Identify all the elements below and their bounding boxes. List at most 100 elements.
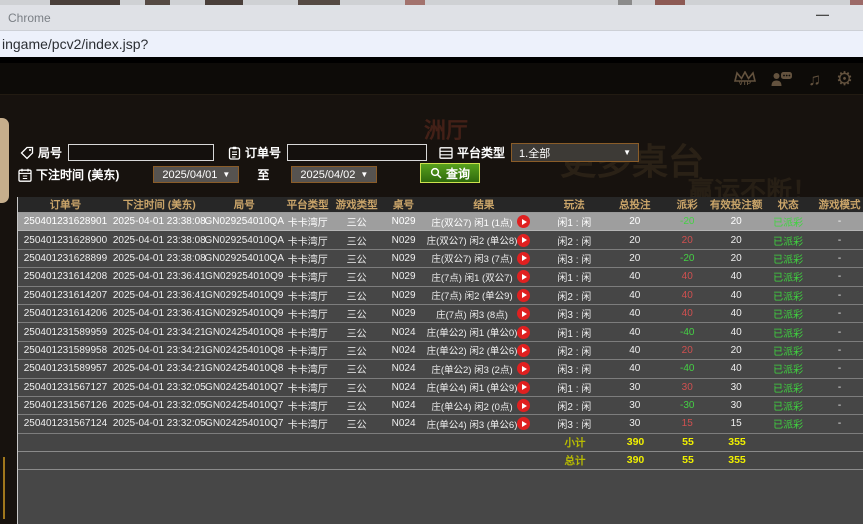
cell-bet-time: 2025-04-01 23:34:21	[113, 363, 206, 374]
cell-result: 庄(单公4) 闲1 (单公9)	[427, 380, 542, 394]
cell-round-number: GN024254010Q8	[206, 345, 283, 356]
cell-order-number: 250401231589959	[18, 327, 113, 338]
play-button[interactable]	[517, 344, 530, 357]
result-text: 庄(双公7) 闲1 (1点)	[427, 215, 518, 229]
background-art-fragment	[0, 118, 9, 203]
cell-play-type: 闲1 : 闲	[541, 380, 607, 395]
cell-payout: -40	[662, 327, 712, 338]
cell-total-bet: 20	[607, 253, 662, 264]
grand-total-total-bet: 390	[608, 454, 663, 466]
cell-game-type: 三公	[333, 269, 381, 284]
cell-valid-bet: 20	[712, 253, 760, 264]
platform-label: 平台类型	[457, 144, 505, 161]
cell-payout: 20	[662, 235, 712, 246]
cell-total-bet: 30	[607, 400, 662, 411]
play-button[interactable]	[517, 307, 530, 320]
cell-table-number: N024	[381, 400, 427, 411]
play-button[interactable]	[517, 270, 530, 283]
cell-play-type: 闲3 : 闲	[541, 416, 607, 431]
result-text: 庄(7点) 闲3 (8点)	[427, 307, 518, 321]
play-button[interactable]	[517, 252, 530, 265]
background-art-line	[3, 457, 5, 519]
cell-order-number: 250401231567127	[18, 382, 113, 393]
query-button[interactable]: 查询	[420, 163, 480, 183]
round-input[interactable]	[68, 144, 214, 161]
result-text: 庄(单公4) 闲2 (0点)	[427, 399, 518, 413]
settings-icon[interactable]: ⚙	[836, 70, 853, 89]
table-row[interactable]: 250401231589957 2025-04-01 23:34:21 GN02…	[18, 360, 863, 378]
cell-total-bet: 40	[607, 345, 662, 356]
cell-table-number: N024	[381, 418, 427, 429]
vip-label: VIP	[738, 80, 751, 87]
table-row[interactable]: 250401231614207 2025-04-01 23:36:41 GN02…	[18, 287, 863, 305]
table-row[interactable]: 250401231614208 2025-04-01 23:36:41 GN02…	[18, 268, 863, 286]
cell-status: 已派彩	[760, 416, 816, 431]
minimize-button[interactable]: —	[816, 7, 829, 22]
cell-round-number: GN024254010Q7	[206, 400, 283, 411]
play-button[interactable]	[517, 362, 530, 375]
music-icon[interactable]: ♫	[808, 71, 821, 88]
vip-icon[interactable]: VIP	[734, 71, 756, 87]
play-button[interactable]	[517, 381, 530, 394]
cell-platform: 卡卡湾厅	[283, 398, 333, 413]
cell-order-number: 250401231567124	[18, 418, 113, 429]
result-text: 庄(7点) 闲2 (单公9)	[427, 288, 518, 302]
chat-icon[interactable]	[771, 71, 793, 87]
table-row[interactable]: 250401231628901 2025-04-01 23:38:08 GN02…	[18, 213, 863, 231]
cell-table-number: N024	[381, 382, 427, 393]
play-button[interactable]	[517, 289, 530, 302]
table-row[interactable]: 250401231614206 2025-04-01 23:36:41 GN02…	[18, 305, 863, 323]
platform-select[interactable]: 1.全部 ▼	[511, 143, 639, 162]
order-input[interactable]	[287, 144, 427, 161]
url-text: ingame/pcv2/index.jsp?	[2, 36, 148, 52]
cell-result: 庄(双公7) 闲1 (1点)	[427, 215, 542, 229]
cell-play-type: 闲1 : 闲	[541, 325, 607, 340]
cell-bet-time: 2025-04-01 23:36:41	[113, 271, 206, 282]
to-label: 至	[257, 166, 269, 183]
round-label: 局号	[38, 144, 62, 161]
cell-game-type: 三公	[333, 325, 381, 340]
cell-result: 庄(单公2) 闲2 (单公6)	[427, 343, 542, 357]
cell-payout: -40	[662, 363, 712, 374]
subtotal-valid-bet: 355	[713, 436, 761, 448]
table-row[interactable]: 250401231567124 2025-04-01 23:32:05 GN02…	[18, 415, 863, 433]
order-label: 订单号	[245, 144, 281, 161]
column-header: 订单号	[18, 197, 113, 212]
column-header: 总投注	[607, 197, 662, 212]
date-from-select[interactable]: 2025/04/01 ▼	[153, 166, 239, 183]
chevron-down-icon: ▼	[623, 148, 631, 157]
play-button[interactable]	[517, 215, 530, 228]
cell-game-type: 三公	[333, 214, 381, 229]
subtotal-row: 小计 390 55 355	[18, 434, 863, 452]
play-button[interactable]	[517, 234, 530, 247]
cell-round-number: GN029254010Q9	[206, 308, 283, 319]
clipboard-icon	[228, 146, 241, 160]
result-text: 庄(单公2) 闲2 (单公6)	[427, 343, 518, 357]
table-row[interactable]: 250401231567127 2025-04-01 23:32:05 GN02…	[18, 379, 863, 397]
play-button[interactable]	[517, 417, 530, 430]
cell-game-mode: -	[816, 253, 863, 264]
search-icon	[430, 167, 442, 179]
cell-bet-time: 2025-04-01 23:32:05	[113, 400, 206, 411]
table-body: 250401231628901 2025-04-01 23:38:08 GN02…	[18, 213, 863, 434]
url-bar[interactable]: ingame/pcv2/index.jsp?	[0, 30, 863, 57]
cell-status: 已派彩	[760, 361, 816, 376]
play-button[interactable]	[517, 399, 530, 412]
table-row[interactable]: 250401231628899 2025-04-01 23:38:08 GN02…	[18, 250, 863, 268]
cell-bet-time: 2025-04-01 23:32:05	[113, 382, 206, 393]
cell-status: 已派彩	[760, 288, 816, 303]
cell-game-mode: -	[816, 400, 863, 411]
play-button[interactable]	[517, 326, 530, 339]
table-row[interactable]: 250401231589958 2025-04-01 23:34:21 GN02…	[18, 342, 863, 360]
cell-platform: 卡卡湾厅	[283, 361, 333, 376]
cell-valid-bet: 20	[712, 235, 760, 246]
table-row[interactable]: 250401231589959 2025-04-01 23:34:21 GN02…	[18, 323, 863, 341]
result-text: 庄(单公2) 闲1 (单公0)	[427, 325, 518, 339]
table-row[interactable]: 250401231628900 2025-04-01 23:38:08 GN02…	[18, 231, 863, 249]
date-to-select[interactable]: 2025/04/02 ▼	[291, 166, 377, 183]
list-icon	[439, 147, 453, 159]
column-header: 派彩	[662, 197, 712, 212]
cell-result: 庄(单公4) 闲3 (单公6)	[427, 417, 542, 431]
cell-game-mode: -	[816, 290, 863, 301]
table-row[interactable]: 250401231567126 2025-04-01 23:32:05 GN02…	[18, 397, 863, 415]
